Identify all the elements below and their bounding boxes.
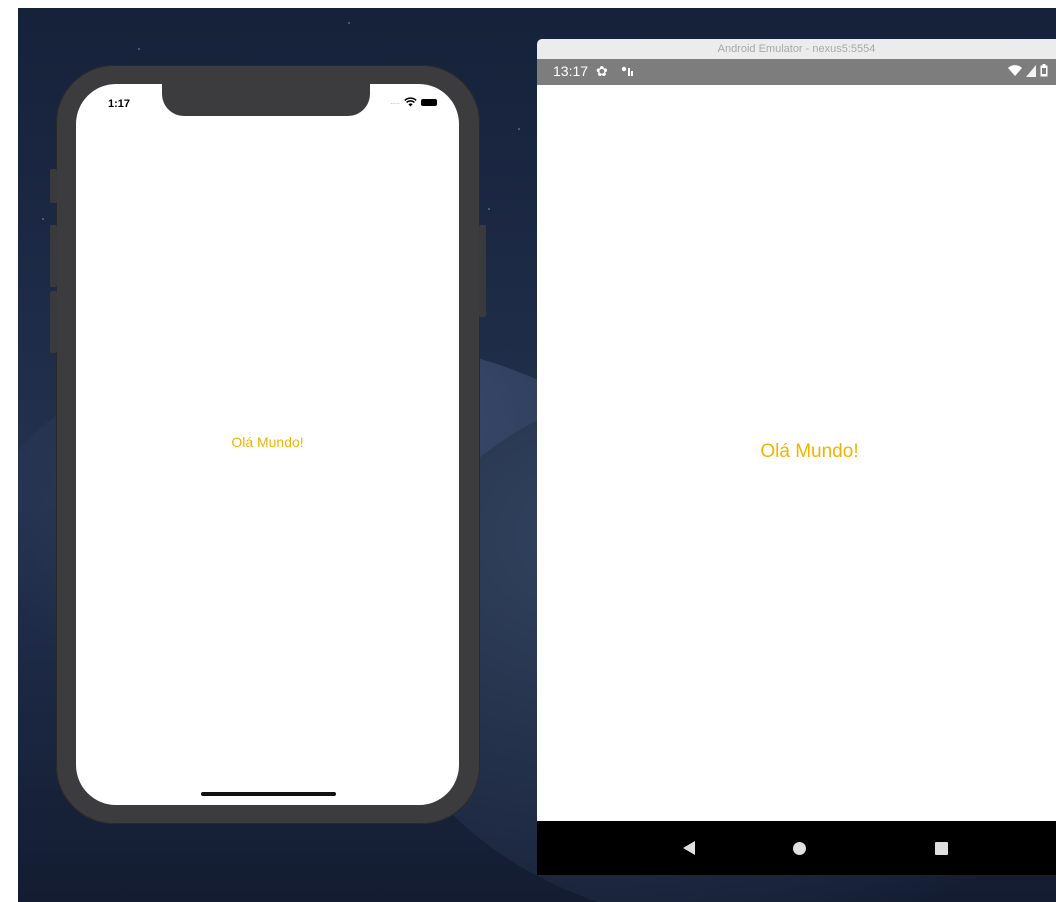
wallpaper-star xyxy=(488,208,490,210)
wallpaper-star xyxy=(138,48,140,50)
hello-text: Olá Mundo! xyxy=(760,441,859,462)
android-screen[interactable]: Olá Mundo! xyxy=(537,85,1056,821)
ios-status-indicators: ..... xyxy=(390,97,437,107)
back-button[interactable] xyxy=(659,821,719,875)
notch xyxy=(162,84,370,116)
wifi-icon xyxy=(404,97,417,107)
android-nav-bar xyxy=(537,821,1056,875)
network-notification-icon xyxy=(621,66,633,76)
ios-status-time: 1:17 xyxy=(108,98,131,110)
volume-up-button[interactable] xyxy=(50,225,57,287)
wallpaper-star xyxy=(348,22,350,24)
signal-dots: ..... xyxy=(390,98,400,106)
mute-switch[interactable] xyxy=(50,169,57,203)
battery-icon xyxy=(1040,64,1048,77)
recents-icon xyxy=(934,841,948,855)
android-emulator-window: Android Emulator - nexus5:5554 13:17 ✿ O… xyxy=(537,39,1056,875)
volume-down-button[interactable] xyxy=(50,291,57,353)
recents-button[interactable] xyxy=(911,821,971,875)
battery-icon xyxy=(421,98,437,106)
wifi-icon xyxy=(1008,64,1022,76)
android-status-indicators xyxy=(1008,64,1048,77)
wallpaper-star xyxy=(518,128,520,130)
power-button[interactable] xyxy=(479,225,486,317)
hello-text: Olá Mundo! xyxy=(231,434,304,450)
cell-signal-icon xyxy=(1026,64,1036,77)
window-title-bar[interactable]: Android Emulator - nexus5:5554 xyxy=(537,39,1056,59)
wallpaper-star xyxy=(42,218,44,220)
gear-icon: ✿ xyxy=(596,63,608,79)
android-status-bar: 13:17 ✿ xyxy=(537,59,1056,85)
ios-screen[interactable]: 1:17 ..... Olá Mundo! xyxy=(76,84,459,805)
back-icon xyxy=(683,841,695,855)
home-indicator[interactable] xyxy=(201,792,336,796)
android-status-time: 13:17 xyxy=(553,63,589,79)
home-icon xyxy=(792,841,806,855)
home-button[interactable] xyxy=(769,821,829,875)
ios-simulator-device: 1:17 ..... Olá Mundo! xyxy=(50,65,486,824)
